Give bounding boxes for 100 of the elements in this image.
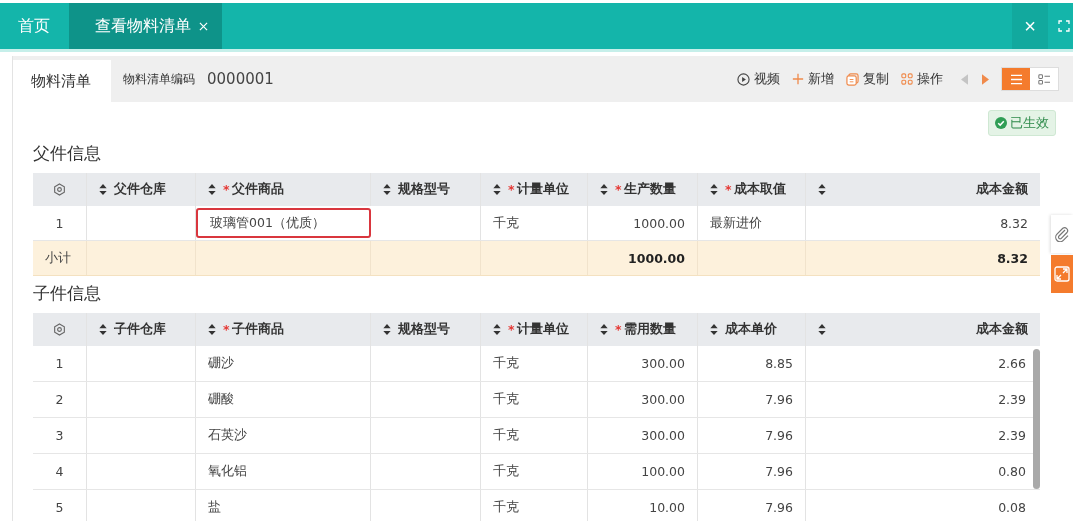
- sort-icon[interactable]: [710, 184, 718, 195]
- column-label: 子件仓库: [114, 321, 166, 338]
- table-cell-text: 2.39: [997, 391, 1027, 409]
- scrollbar[interactable]: [1033, 349, 1040, 489]
- column-label: 子件商品: [231, 321, 284, 338]
- subtotal-value: 1000.00: [628, 250, 685, 266]
- table-cell: 8.85: [698, 346, 806, 381]
- table-cell: 7.96: [698, 382, 806, 417]
- table-cell: 4: [33, 454, 87, 489]
- sort-icon[interactable]: [818, 184, 826, 195]
- required-mark: *: [725, 182, 732, 197]
- copy-icon: [846, 72, 859, 86]
- table-cell: 7.96: [698, 490, 806, 521]
- table-cell: 玻璃管001（优质）: [196, 208, 371, 238]
- sort-icon[interactable]: [710, 324, 718, 335]
- table-cell: 千克: [481, 418, 588, 453]
- play-icon: [737, 72, 750, 86]
- table-cell: 2: [33, 382, 87, 417]
- sort-icon[interactable]: [493, 324, 501, 335]
- bom-tab[interactable]: 物料清单: [13, 60, 111, 102]
- sort-icon[interactable]: [818, 324, 826, 335]
- plus-icon: [792, 73, 804, 85]
- table-cell: 石英沙: [196, 418, 371, 453]
- sort-icon[interactable]: [208, 184, 216, 195]
- sort-icon[interactable]: [208, 324, 216, 335]
- column-label: 需用数量: [623, 321, 676, 338]
- sort-icon[interactable]: [99, 184, 107, 195]
- required-mark: *: [615, 322, 622, 337]
- table-cell: 1000.00: [588, 206, 698, 240]
- sort-icon[interactable]: [493, 184, 501, 195]
- required-mark: *: [223, 322, 230, 337]
- required-mark: *: [508, 182, 515, 197]
- table-cell: 硼酸: [196, 382, 371, 417]
- table-cell: 千克: [481, 206, 588, 240]
- table-cell: 3: [33, 418, 87, 453]
- table-cell: 最新进价: [698, 206, 806, 240]
- table-cell-text: 0.08: [997, 499, 1027, 517]
- required-mark: *: [223, 182, 230, 197]
- paperclip-icon: [1054, 226, 1070, 242]
- table-cell-text: 2.39: [997, 427, 1027, 445]
- section-title: 子件信息: [33, 282, 102, 305]
- bom-code-label: 物料清单编码: [123, 70, 195, 88]
- column-label: 成本单价: [725, 321, 777, 338]
- card-view-button[interactable]: [1030, 68, 1058, 90]
- table-cell: 5: [33, 490, 87, 521]
- check-icon: [995, 117, 1007, 129]
- section-title: 父件信息: [33, 142, 102, 165]
- table-cell: 100.00: [588, 454, 698, 489]
- sort-icon[interactable]: [99, 324, 107, 335]
- grid-icon: [901, 73, 913, 85]
- settings-icon[interactable]: [53, 183, 66, 196]
- list-icon: [1009, 73, 1023, 85]
- table-cell-text: 0.80: [997, 463, 1027, 481]
- subtotal-value: 8.32: [997, 250, 1028, 266]
- bom-code-value: 0000001: [207, 70, 274, 88]
- expand-icon: [1054, 266, 1070, 282]
- copy-button[interactable]: 复制: [842, 70, 893, 88]
- table-cell-text: 8.32: [999, 214, 1029, 233]
- required-mark: *: [615, 182, 622, 197]
- column-label: 计量单位: [516, 181, 569, 198]
- column-label: 计量单位: [516, 321, 569, 338]
- table-cell: 盐: [196, 490, 371, 521]
- close-icon[interactable]: [199, 21, 208, 31]
- sort-icon[interactable]: [600, 184, 608, 195]
- required-mark: *: [508, 322, 515, 337]
- table-cell: 千克: [481, 382, 588, 417]
- page-tab[interactable]: 查看物料清单: [69, 3, 222, 49]
- table-cell: 300.00: [588, 382, 698, 417]
- column-label: 成本金额: [976, 181, 1028, 198]
- settings-icon[interactable]: [53, 323, 66, 336]
- table-cell: 氧化铝: [196, 454, 371, 489]
- table-cell: 10.00: [588, 490, 698, 521]
- table-cell: 1: [33, 206, 87, 240]
- column-label: 父件商品: [231, 181, 284, 198]
- table-cell: 300.00: [588, 346, 698, 381]
- column-label: 规格型号: [398, 181, 450, 198]
- list-view-button[interactable]: [1002, 68, 1030, 90]
- table-cell: 千克: [481, 454, 588, 489]
- sort-icon[interactable]: [600, 324, 608, 335]
- table-cell: 300.00: [588, 418, 698, 453]
- card-list-icon: [1037, 73, 1051, 85]
- column-label: 生产数量: [623, 181, 676, 198]
- table-cell: 1: [33, 346, 87, 381]
- column-label: 成本金额: [976, 321, 1028, 338]
- table-cell: 7.96: [698, 454, 806, 489]
- sort-icon[interactable]: [383, 324, 391, 335]
- status-badge: 已生效: [988, 110, 1056, 136]
- table-cell: 千克: [481, 346, 588, 381]
- table-cell: 千克: [481, 490, 588, 521]
- attachment-button[interactable]: [1051, 215, 1073, 253]
- ops-button[interactable]: 操作: [897, 70, 947, 88]
- add-button[interactable]: 新增: [788, 70, 838, 88]
- column-label: 成本取值: [733, 181, 786, 198]
- table-cell-text: 2.66: [997, 355, 1027, 373]
- subtotal-label: 小计: [45, 249, 71, 267]
- table-cell: 硼沙: [196, 346, 371, 381]
- video-button[interactable]: 视频: [733, 70, 784, 88]
- column-label: 父件仓库: [114, 181, 166, 198]
- sort-icon[interactable]: [383, 184, 391, 195]
- column-label: 规格型号: [398, 321, 450, 338]
